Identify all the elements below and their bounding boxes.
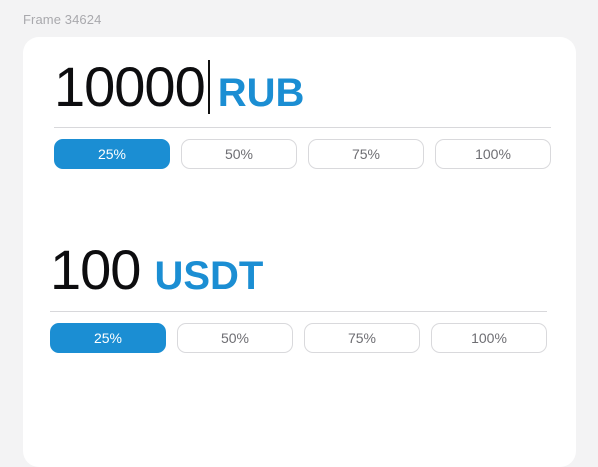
from-divider xyxy=(54,127,551,128)
to-percent-buttons: 25% 50% 75% 100% xyxy=(50,323,547,353)
to-currency-label: USDT xyxy=(154,254,264,298)
from-amount-input[interactable]: 10000 xyxy=(54,59,206,115)
from-percent-25-button[interactable]: 25% xyxy=(54,139,170,169)
to-amount-input[interactable]: 100 xyxy=(50,242,141,298)
to-percent-100-button[interactable]: 100% xyxy=(431,323,547,353)
to-amount-row[interactable]: 100 USDT xyxy=(50,242,263,298)
text-cursor xyxy=(207,60,210,114)
to-divider xyxy=(50,311,547,312)
from-percent-100-button[interactable]: 100% xyxy=(435,139,551,169)
from-percent-50-button[interactable]: 50% xyxy=(181,139,297,169)
from-percent-buttons: 25% 50% 75% 100% xyxy=(54,139,551,169)
exchange-card: 10000 RUB 25% 50% 75% 100% 100 USDT 25% … xyxy=(23,37,576,467)
from-percent-75-button[interactable]: 75% xyxy=(308,139,424,169)
to-percent-75-button[interactable]: 75% xyxy=(304,323,420,353)
from-currency-label: RUB xyxy=(217,71,305,115)
from-amount-row[interactable]: 10000 RUB xyxy=(54,59,304,115)
to-percent-50-button[interactable]: 50% xyxy=(177,323,293,353)
frame-label: Frame 34624 xyxy=(23,12,102,27)
to-percent-25-button[interactable]: 25% xyxy=(50,323,166,353)
